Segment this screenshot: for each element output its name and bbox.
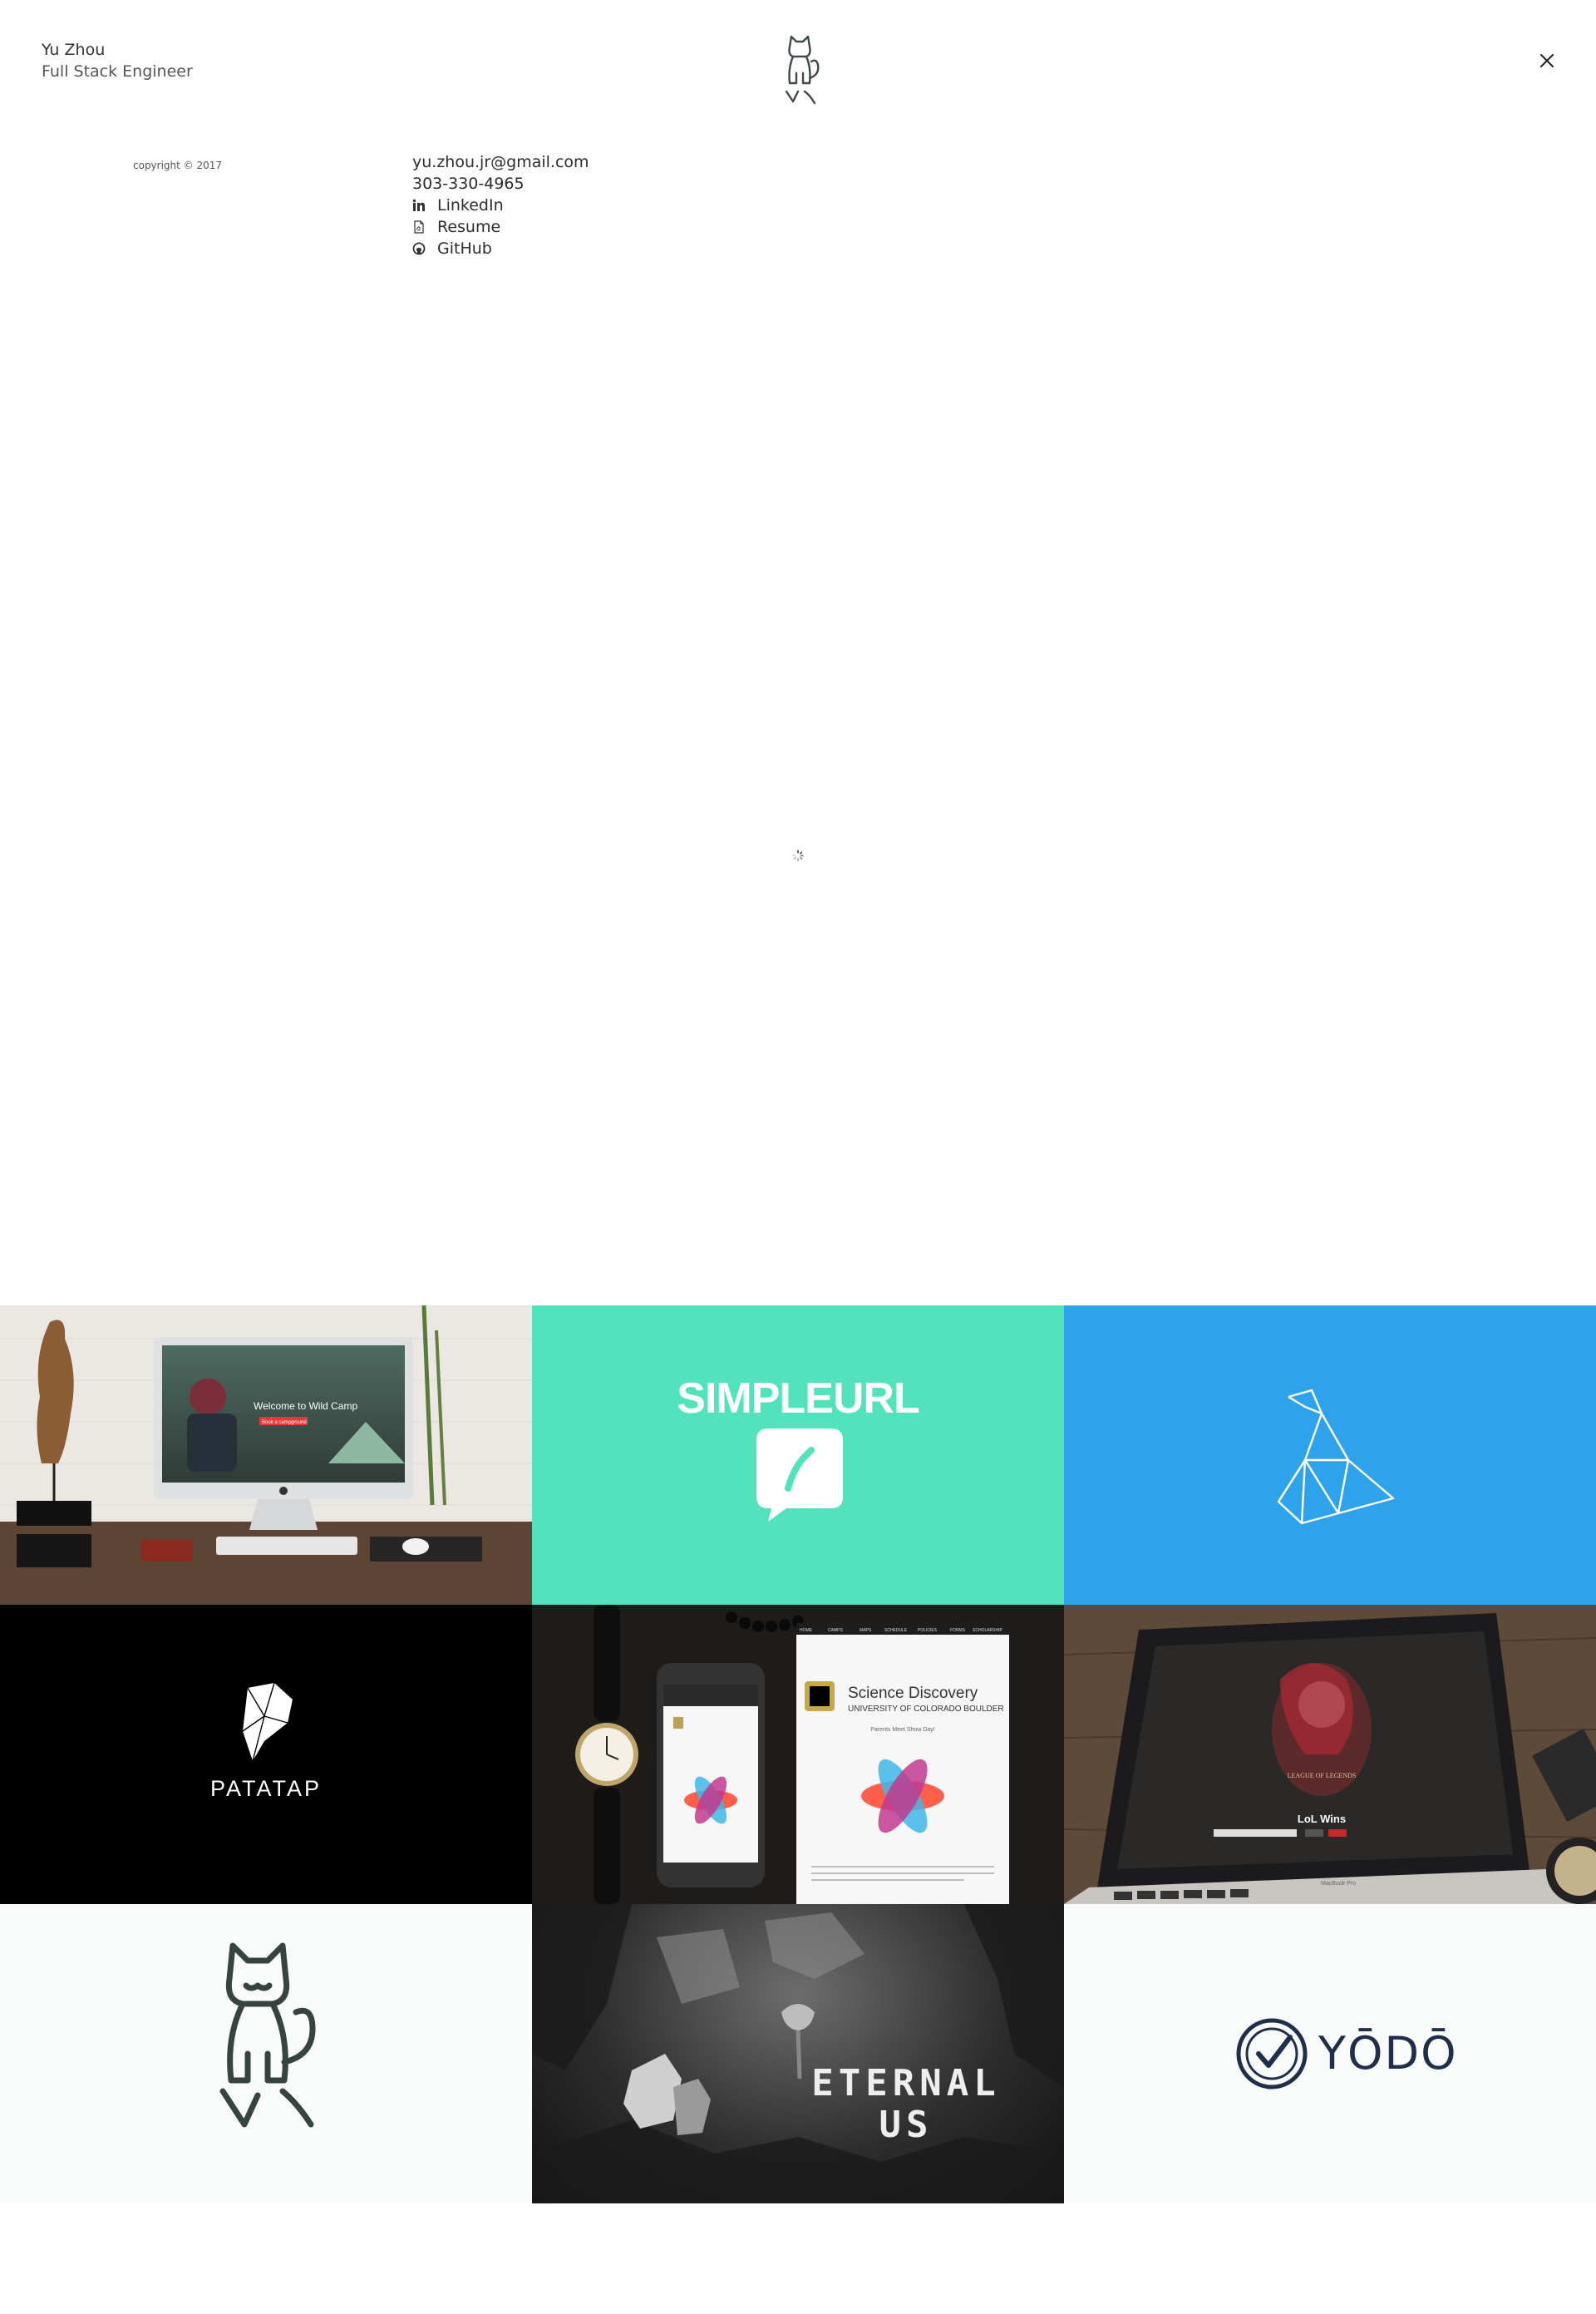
copyright-text: copyright © 2017 (133, 160, 223, 171)
email-text[interactable]: yu.zhou.jr@gmail.com (412, 151, 589, 173)
yodo-label: YŌDŌ (1318, 2027, 1458, 2080)
project-tile-website-mockup[interactable]: Welcome to Wild Camp Book a campground (0, 1305, 532, 1605)
lol-wins-laptop-image: LEAGUE OF LEGENDS LoL Wins MacBook Pro (1064, 1605, 1596, 1904)
cat-logo-icon[interactable] (775, 32, 825, 106)
contact-info: yu.zhou.jr@gmail.com 303-330-4965 Linked… (412, 151, 589, 259)
science-discovery-tagline: Parents Meet Show Day! (870, 1727, 934, 1733)
github-link[interactable]: GitHub (412, 238, 589, 259)
email-link[interactable]: yu.zhou.jr@gmail.com (412, 151, 589, 173)
close-icon[interactable] (1534, 48, 1559, 73)
phone-text[interactable]: 303-330-4965 (412, 173, 525, 195)
github-label[interactable]: GitHub (437, 238, 492, 259)
svg-text:CAMPS: CAMPS (828, 1628, 843, 1633)
project-tile-lol-wins[interactable]: LEAGUE OF LEGENDS LoL Wins MacBook Pro (1064, 1605, 1596, 1904)
github-icon (412, 242, 426, 255)
svg-text:HOME: HOME (800, 1628, 813, 1633)
site-owner-name: Yu Zhou (42, 41, 106, 59)
project-tile-science-discovery[interactable]: HOME CAMPS MAPS SCHEDULE POLICIES FORMS SCHOL… (532, 1605, 1064, 1904)
eternal-us-scene-image: ETERNAL US (532, 1904, 1064, 2203)
loading-spinner-icon (792, 850, 804, 861)
svg-text:SCHOLARSHIP: SCHOLARSHIP (973, 1628, 1003, 1633)
document-icon (414, 220, 424, 234)
project-tile-origami[interactable] (1064, 1305, 1596, 1605)
phone-link[interactable]: 303-330-4965 (412, 173, 589, 195)
origami-bird-icon (1277, 1389, 1395, 1525)
svg-text:SCHEDULE: SCHEDULE (884, 1628, 908, 1633)
device-label: MacBook Pro (1321, 1881, 1356, 1887)
eternal-us-title-line1: ETERNAL (811, 2062, 1000, 2104)
yodo-check-icon (1236, 2018, 1308, 2090)
resume-label[interactable]: Resume (437, 216, 500, 238)
game-title-text: LEAGUE OF LEGENDS (1288, 1772, 1357, 1779)
project-tile-simpleurl[interactable]: SIMPLEURL (532, 1305, 1064, 1605)
lol-wins-title: LoL Wins (1298, 1813, 1346, 1825)
svg-text:FORMS: FORMS (950, 1628, 966, 1633)
linkedin-label[interactable]: LinkedIn (437, 195, 504, 216)
chat-bubble-icon (756, 1428, 843, 1522)
svg-text:MAPS: MAPS (860, 1628, 872, 1633)
linkedin-link[interactable]: LinkedIn (412, 195, 589, 216)
project-tile-cat-logo[interactable] (0, 1904, 532, 2203)
mockup-screen-heading: Welcome to Wild Camp (254, 1400, 357, 1412)
patatap-logo-icon (242, 1683, 293, 1762)
science-discovery-title: Science Discovery (848, 1685, 978, 1702)
eternal-us-title-line2: US (879, 2104, 933, 2146)
project-tile-eternal-us[interactable]: ETERNAL US (532, 1904, 1064, 2203)
project-tile-yodo[interactable]: YŌDŌ (1064, 1904, 1596, 2203)
patatap-label: PATATAP (209, 1776, 322, 1801)
project-tile-patatap[interactable]: PATATAP (0, 1605, 532, 1904)
simpleurl-label: SIMPLEURL (677, 1374, 919, 1423)
cat-brand-icon (219, 1942, 316, 2128)
linkedin-icon (412, 199, 425, 211)
desk-mockup-image: Welcome to Wild Camp Book a campground (0, 1305, 532, 1605)
resume-link[interactable]: Resume (412, 216, 589, 238)
site-owner-title: Full Stack Engineer (42, 62, 193, 81)
science-discovery-image: HOME CAMPS MAPS SCHEDULE POLICIES FORMS SCHOL… (532, 1605, 1064, 1904)
svg-text:POLICIES: POLICIES (918, 1628, 938, 1633)
mockup-screen-button: Book a campground (262, 1420, 307, 1425)
science-discovery-subtitle: UNIVERSITY OF COLORADO BOULDER (848, 1705, 1004, 1714)
